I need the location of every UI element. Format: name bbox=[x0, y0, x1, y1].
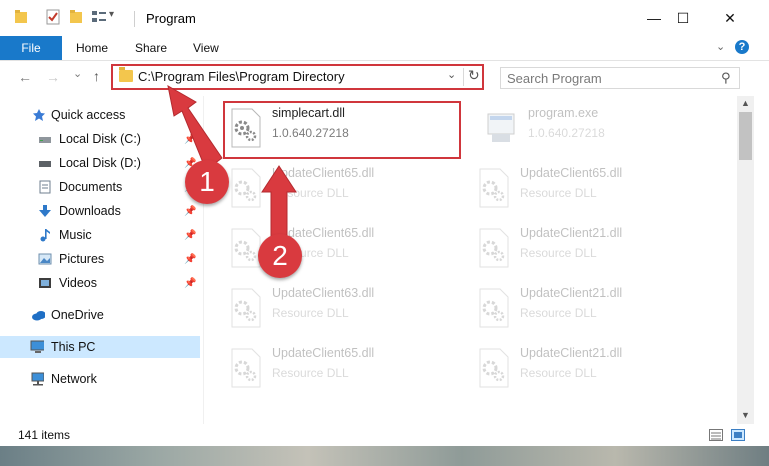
desktop-background bbox=[0, 446, 769, 466]
arrow-to-address-bar bbox=[167, 85, 223, 171]
step-badge-2: 2 bbox=[258, 234, 302, 278]
callout-arrows bbox=[167, 85, 297, 241]
step-badge-1: 1 bbox=[185, 160, 229, 204]
arrow-to-file bbox=[261, 165, 297, 241]
